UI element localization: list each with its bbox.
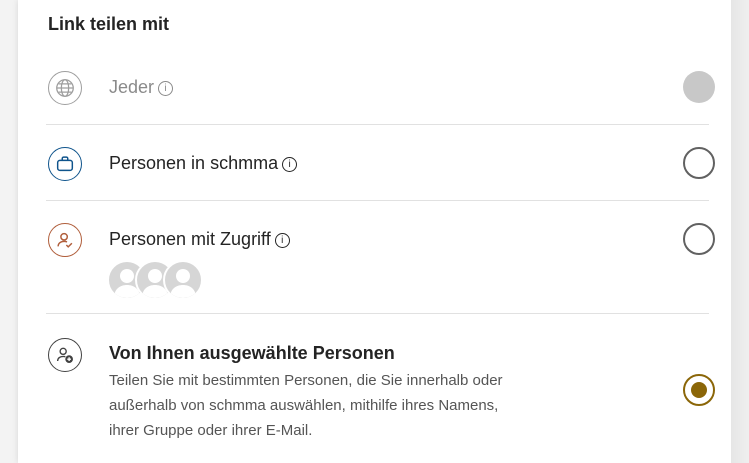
description-line: außerhalb von schmma auswählen, mithilfe…: [109, 397, 499, 414]
divider: [46, 200, 709, 201]
info-icon[interactable]: i: [282, 157, 298, 172]
globe-icon: [48, 71, 82, 105]
option-everyone-label: Jeder: [109, 77, 155, 97]
option-everyone-radio: [683, 71, 715, 103]
background-edge: [731, 0, 749, 463]
description-line: ihrer Gruppe oder ihrer E-Mail.: [109, 422, 313, 439]
option-specific-people-description: Teilen Sie mit bestimmten Personen, die …: [109, 368, 629, 443]
person-add-icon: [48, 338, 82, 372]
avatar-group: [107, 260, 217, 300]
divider: [46, 124, 709, 125]
option-specific-people-label: Von Ihnen ausgewählte Personen: [109, 343, 395, 363]
briefcase-icon: [48, 147, 82, 181]
option-organization-label: Personen in schmma: [109, 153, 279, 173]
option-people-with-access-radio[interactable]: [683, 223, 715, 255]
avatar: [163, 260, 203, 300]
description-line: Teilen Sie mit bestimmten Personen, die …: [109, 372, 503, 389]
info-icon[interactable]: i: [274, 233, 290, 248]
option-specific-people-radio[interactable]: [683, 374, 715, 406]
person-access-icon: [48, 223, 82, 257]
info-icon[interactable]: i: [158, 81, 174, 96]
option-organization-radio[interactable]: [683, 147, 715, 179]
panel-title: Link teilen mit: [48, 14, 170, 34]
option-people-with-access-label: Personen mit Zugriff: [109, 229, 271, 249]
share-link-panel: Link teilen mit Jeder i Personen in schmm…: [18, 0, 731, 463]
divider: [46, 313, 709, 314]
